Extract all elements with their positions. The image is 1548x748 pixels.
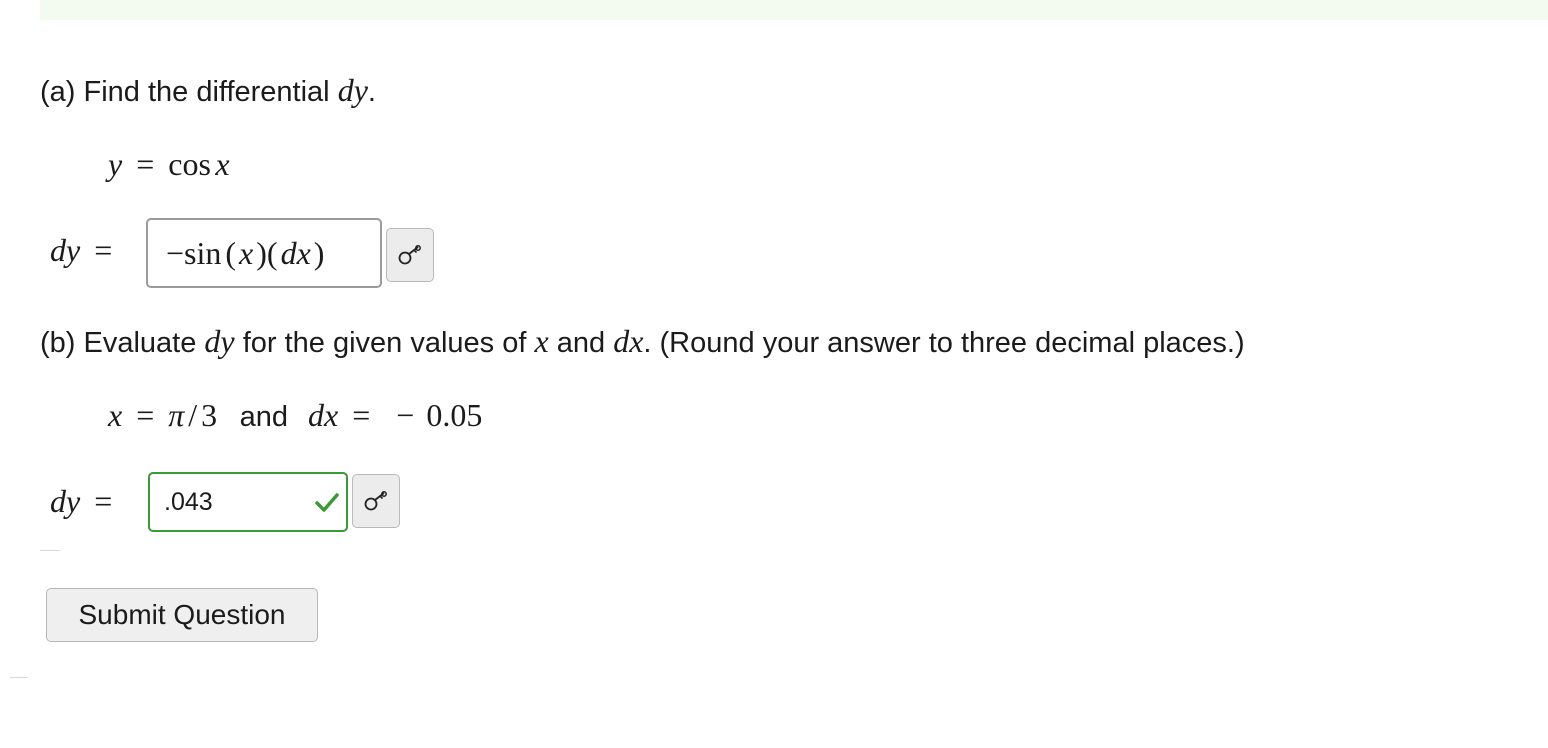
part-a-answer-label: dy = — [50, 230, 126, 277]
part-b-key-button[interactable] — [352, 474, 400, 528]
given-equals: = — [136, 146, 155, 182]
part-b-answer-value: .043 — [164, 487, 213, 516]
part-a-equals: = — [94, 232, 113, 268]
part-b-given-values: x = π/3 and dx = −0.05 — [108, 395, 482, 442]
part-a-prompt-text: (a) Find the differential — [40, 76, 330, 108]
part-b-prompt-dx: dx — [613, 323, 644, 359]
key-icon — [398, 245, 421, 265]
part-a-prompt: (a) Find the differential dy. — [40, 72, 376, 110]
answer-minus: − — [166, 234, 185, 271]
answer-x: x — [239, 234, 254, 271]
part-b-prompt-text-1: (b) Evaluate — [40, 327, 197, 359]
part-b-answer-label: dy = — [50, 481, 126, 528]
part-b-dy-label: dy — [50, 483, 81, 519]
answer-rparen: ) — [256, 234, 267, 271]
divider-mark-bottom — [10, 677, 28, 678]
part-a-prompt-end: . — [367, 76, 376, 108]
given-b-three: 3 — [201, 397, 218, 433]
given-b-equals-2: = — [352, 397, 371, 433]
part-a-prompt-var: dy — [337, 72, 368, 108]
answer-rparen-2: ) — [313, 234, 325, 271]
part-b-answer-field[interactable]: .043 — [148, 472, 348, 532]
part-a-answer-field[interactable]: − sin(x)(dx) — [146, 218, 382, 288]
question-page: (a) Find the differential dy. y = cos x dy… — [0, 0, 1548, 748]
answer-dx: dx — [280, 234, 311, 271]
top-banner — [40, 0, 1548, 20]
given-b-dx: dx — [308, 397, 339, 433]
answer-lparen-2: ( — [266, 234, 278, 271]
part-b-prompt-dy: dy — [204, 323, 235, 359]
submit-question-button[interactable]: Submit Question — [46, 588, 318, 642]
part-a-given-equation: y = cos x — [108, 144, 230, 191]
key-icon — [364, 491, 387, 511]
given-b-pi: π — [168, 397, 185, 433]
given-b-value: 0.05 — [426, 397, 483, 433]
given-x: x — [215, 146, 230, 182]
part-b-prompt-text-3: and — [556, 327, 606, 359]
given-cos: cos — [168, 146, 211, 182]
part-a-key-button[interactable] — [386, 228, 434, 282]
given-b-x: x — [108, 397, 123, 433]
check-icon — [315, 493, 339, 512]
answer-lparen: ( — [225, 234, 237, 271]
part-b-prompt: (b) Evaluate dy for the given values of … — [40, 323, 1245, 361]
part-b-equals: = — [94, 483, 113, 519]
part-a-dy-label: dy — [50, 232, 81, 268]
part-b-prompt-text-4: . (Round your answer to three decimal pl… — [643, 327, 1245, 359]
given-b-minus: − — [396, 397, 415, 433]
part-b-prompt-x: x — [534, 323, 549, 359]
given-b-equals-1: = — [136, 397, 155, 433]
given-b-and: and — [239, 401, 289, 433]
given-b-slash: / — [188, 397, 198, 433]
part-b-prompt-text-2: for the given values of — [242, 327, 527, 359]
divider-mark — [40, 550, 60, 551]
given-y: y — [108, 146, 123, 182]
answer-sin: sin — [184, 234, 222, 271]
